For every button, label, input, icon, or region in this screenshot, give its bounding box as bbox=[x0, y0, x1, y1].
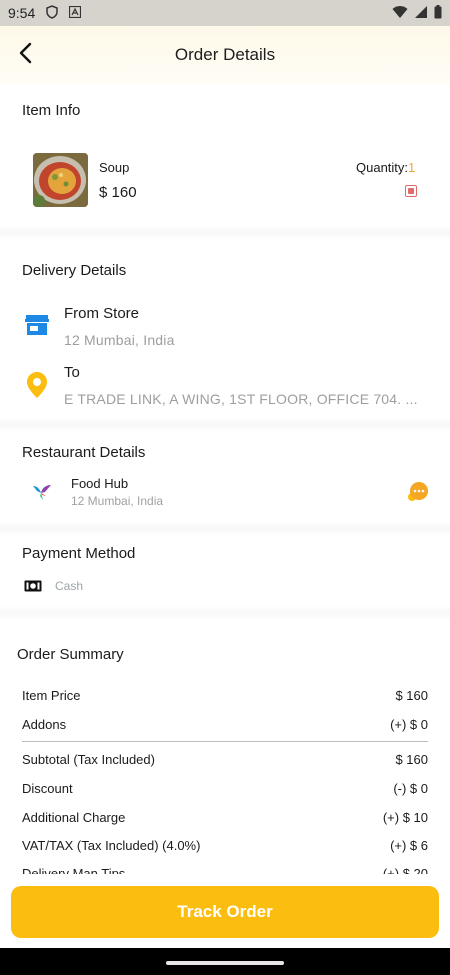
summary-row-additional-charge: Additional Charge (+) $ 10 bbox=[22, 810, 428, 825]
divider bbox=[0, 522, 450, 536]
summary-row-subtotal: Subtotal (Tax Included) $ 160 bbox=[22, 752, 428, 767]
restaurant-name: Food Hub bbox=[71, 476, 129, 491]
location-pin-icon bbox=[27, 372, 47, 403]
bottom-fade bbox=[0, 874, 450, 884]
to-label: To bbox=[64, 364, 80, 381]
chat-icon[interactable] bbox=[405, 480, 429, 509]
remove-item-icon[interactable] bbox=[405, 185, 417, 197]
quantity-label: Quantity: bbox=[356, 160, 409, 175]
from-store-label: From Store bbox=[64, 305, 140, 322]
summary-label: Item Price bbox=[22, 688, 81, 703]
app-bar: Order Details bbox=[0, 26, 450, 84]
divider bbox=[0, 418, 450, 432]
status-bar: 9:54 bbox=[0, 0, 450, 26]
summary-row-discount: Discount (-) $ 0 bbox=[22, 781, 428, 796]
restaurant-logo bbox=[31, 480, 53, 507]
restaurant-details-title: Restaurant Details bbox=[22, 444, 146, 461]
shield-icon bbox=[45, 4, 59, 22]
divider bbox=[0, 606, 450, 620]
summary-value: $ 160 bbox=[395, 752, 428, 767]
summary-row-item-price: Item Price $ 160 bbox=[22, 688, 428, 703]
to-address: E TRADE LINK, A WING, 1ST FLOOR, OFFICE … bbox=[64, 391, 418, 407]
quantity-value: 1 bbox=[408, 160, 416, 175]
summary-value: (-) $ 0 bbox=[393, 781, 428, 796]
track-order-button[interactable]: Track Order bbox=[11, 886, 439, 938]
summary-value: $ 160 bbox=[395, 688, 428, 703]
summary-label: Addons bbox=[22, 717, 67, 732]
cash-icon bbox=[24, 579, 42, 597]
summary-label: Discount bbox=[22, 781, 73, 796]
home-indicator[interactable] bbox=[166, 961, 284, 965]
summary-row-vat-tax: VAT/TAX (Tax Included) (4.0%) (+) $ 6 bbox=[22, 838, 428, 853]
item-price: $ 160 bbox=[99, 184, 137, 201]
payment-method-value: Cash bbox=[55, 579, 84, 593]
summary-label: VAT/TAX (Tax Included) (4.0%) bbox=[22, 838, 201, 853]
quantity: Quantity:1 bbox=[356, 160, 415, 175]
status-time: 9:54 bbox=[8, 5, 36, 21]
summary-value: (+) $ 10 bbox=[382, 810, 428, 825]
item-name: Soup bbox=[99, 160, 130, 175]
divider bbox=[0, 226, 450, 240]
summary-label: Additional Charge bbox=[22, 810, 126, 825]
keyboard-a-icon bbox=[69, 5, 82, 21]
summary-value: (+) $ 0 bbox=[390, 717, 428, 732]
restaurant-address: 12 Mumbai, India bbox=[71, 494, 164, 508]
summary-label: Subtotal (Tax Included) bbox=[22, 752, 155, 767]
store-icon bbox=[25, 314, 49, 341]
back-arrow-icon bbox=[19, 42, 32, 64]
delivery-details-title: Delivery Details bbox=[22, 262, 127, 279]
summary-row-addons: Addons (+) $ 0 bbox=[22, 717, 428, 732]
summary-divider bbox=[22, 741, 428, 742]
order-summary-title: Order Summary bbox=[17, 646, 124, 663]
battery-icon bbox=[434, 4, 442, 22]
item-image bbox=[33, 153, 88, 207]
wifi-icon bbox=[392, 5, 408, 22]
payment-method-title: Payment Method bbox=[22, 545, 136, 562]
signal-icon bbox=[414, 5, 428, 22]
back-button[interactable] bbox=[14, 40, 36, 66]
item-info-title: Item Info bbox=[22, 102, 81, 119]
page-title: Order Details bbox=[174, 45, 276, 64]
from-store-address: 12 Mumbai, India bbox=[64, 332, 175, 348]
summary-value: (+) $ 6 bbox=[390, 838, 428, 853]
